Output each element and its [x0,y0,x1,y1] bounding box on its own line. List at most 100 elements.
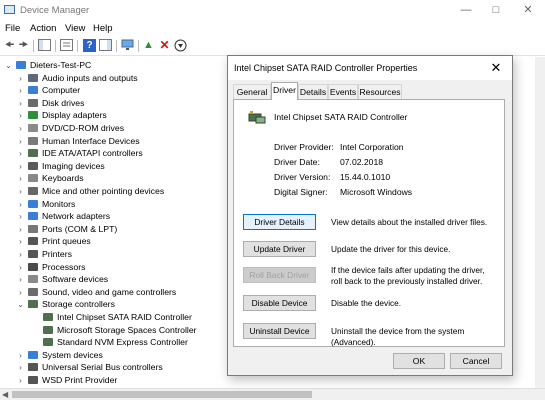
uninstall-icon[interactable]: ✕ [158,39,171,52]
tree-item-label: Universal Serial Bus controllers [42,362,163,373]
tree-category-item[interactable]: › DVD/CD-ROM drives [16,122,124,135]
menu-file[interactable]: File [5,23,20,34]
tree-category-item[interactable]: › WSD Print Provider [16,374,117,387]
tree-category-item[interactable]: › Monitors [16,198,75,211]
tree-category-item[interactable]: › Network adapters [16,210,110,223]
menu-action[interactable]: Action [30,23,56,34]
tree-category-item[interactable]: › Keyboards [16,172,84,185]
close-icon[interactable]: ✕ [521,3,535,17]
tree-category-item[interactable]: › System devices [16,349,103,362]
tree-category-item[interactable]: › IDE ATA/ATAPI controllers [16,147,143,160]
tree-root[interactable]: ⌄ Dieters-Test-PC [4,59,91,72]
toolbar-separator [77,40,78,52]
chevron-down-icon[interactable]: ⌄ [4,60,13,73]
scroll-left-icon[interactable]: ◀ [2,390,8,399]
device-category-icon [28,161,38,170]
device-category-icon [28,111,38,120]
tree-category-item[interactable]: › Display adapters [16,109,107,122]
device-category-icon [28,199,38,208]
maximize-icon[interactable]: □ [489,3,503,17]
minimize-icon[interactable]: — [459,3,473,17]
digital-signer-value: Microsoft Windows [340,187,413,197]
tree-category-item[interactable]: › Printers [16,248,72,261]
device-manager-icon [4,5,15,14]
device-category-icon [28,300,38,309]
tree-category-item[interactable]: › Sound, video and game controllers [16,286,176,299]
tree-child-item[interactable]: Standard NVM Express Controller [31,336,188,349]
cancel-button[interactable]: Cancel [450,353,502,369]
tree-item-label: Software devices [42,274,109,285]
tree-category-item[interactable]: › Software devices [16,273,108,286]
ok-button[interactable]: OK [393,353,445,369]
digital-signer-label: Digital Signer: [274,187,328,197]
computer-icon [16,61,26,69]
tree-item-label: Computer [42,85,81,96]
driver-date-label: Driver Date: [274,157,320,167]
chevron-down-icon[interactable]: ⌄ [16,299,25,312]
device-category-icon [28,287,38,296]
tab-details[interactable]: Details [298,84,328,99]
close-icon[interactable]: ✕ [488,60,504,76]
tree-category-item[interactable]: › Disk drives [16,97,84,110]
uninstall-device-button[interactable]: Uninstall Device [243,323,316,339]
scroll-thumb[interactable] [12,391,312,398]
tree-item-label: Monitors [42,198,76,209]
tree-item-label: Printers [42,249,72,259]
tree-category-item[interactable]: › Human Interface Devices [16,135,140,148]
tree-category-item[interactable]: › Computer [16,84,80,97]
tree-root-label: Dieters-Test-PC [30,60,92,70]
update-driver-button[interactable]: Update Driver [243,241,316,257]
device-category-icon [43,325,53,334]
scan-hardware-changes-icon[interactable] [121,39,134,52]
update-driver-icon[interactable]: ▲ [142,39,155,52]
tree-category-item[interactable]: › Print queues [16,235,91,248]
roll-back-driver-button[interactable]: Roll Back Driver [243,267,316,283]
vertical-scrollbar[interactable] [535,57,545,388]
tree-item-label: Display adapters [42,110,107,121]
tree-item-label: Disk drives [42,97,85,108]
update-driver-description: Update the driver for this device. [331,244,451,254]
tree-item-label: Processors [42,261,86,272]
tree-category-item[interactable]: › Mice and other pointing devices [16,185,164,198]
device-category-icon [28,237,38,246]
tree-child-item[interactable]: Microsoft Storage Spaces Controller [31,324,197,337]
driver-provider-value: Intel Corporation [340,142,404,152]
tab-resources[interactable]: Resources [358,84,402,99]
tree-item-label: Keyboards [42,173,84,184]
tree-category-item[interactable]: › Audio inputs and outputs [16,72,137,85]
driver-tab-panel: Intel Chipset SATA RAID Controller Drive… [233,99,505,347]
properties-icon[interactable] [60,39,73,52]
tree-category-item[interactable]: › Universal Serial Bus controllers [16,361,163,374]
chevron-right-icon[interactable]: › [16,375,25,387]
window-title: Device Manager [20,5,90,16]
device-category-icon [28,212,38,221]
tab-general[interactable]: General [233,84,271,99]
forward-arrow-icon[interactable]: 🠞 [17,39,30,52]
menu-help[interactable]: Help [93,23,113,34]
device-category-icon [28,275,38,284]
horizontal-scrollbar[interactable]: ◀ [0,388,545,400]
disable-device-button[interactable]: Disable Device [243,295,316,311]
tree-category-item[interactable]: ⌄ Storage controllers [16,298,115,311]
tab-driver[interactable]: Driver [271,82,298,100]
show-hide-action-pane-icon[interactable] [99,39,112,52]
device-name: Intel Chipset SATA RAID Controller [274,112,408,122]
tree-item-label: Ports (COM & LPT) [42,223,118,234]
tree-item-label: Human Interface Devices [42,135,140,146]
help-icon[interactable]: ? [83,39,96,52]
tree-category-item[interactable]: › Processors [16,261,85,274]
tree-child-item[interactable]: Intel Chipset SATA RAID Controller [31,311,192,324]
tree-category-item[interactable]: › Ports (COM & LPT) [16,223,117,236]
driver-date-value: 07.02.2018 [340,157,384,167]
driver-details-button[interactable]: Driver Details [243,214,316,230]
tree-category-item[interactable]: › Imaging devices [16,160,105,173]
tab-events[interactable]: Events [328,84,358,99]
menu-bar: File Action View Help [0,20,545,36]
menu-view[interactable]: View [65,23,85,34]
tree-item-label: Network adapters [42,211,111,222]
disable-device-icon[interactable] [174,39,187,52]
device-category-icon [43,313,53,321]
back-arrow-icon[interactable]: 🠜 [3,39,16,52]
properties-dialog: Intel Chipset SATA RAID Controller Prope… [227,55,513,376]
show-hide-console-tree-icon[interactable] [38,39,51,52]
